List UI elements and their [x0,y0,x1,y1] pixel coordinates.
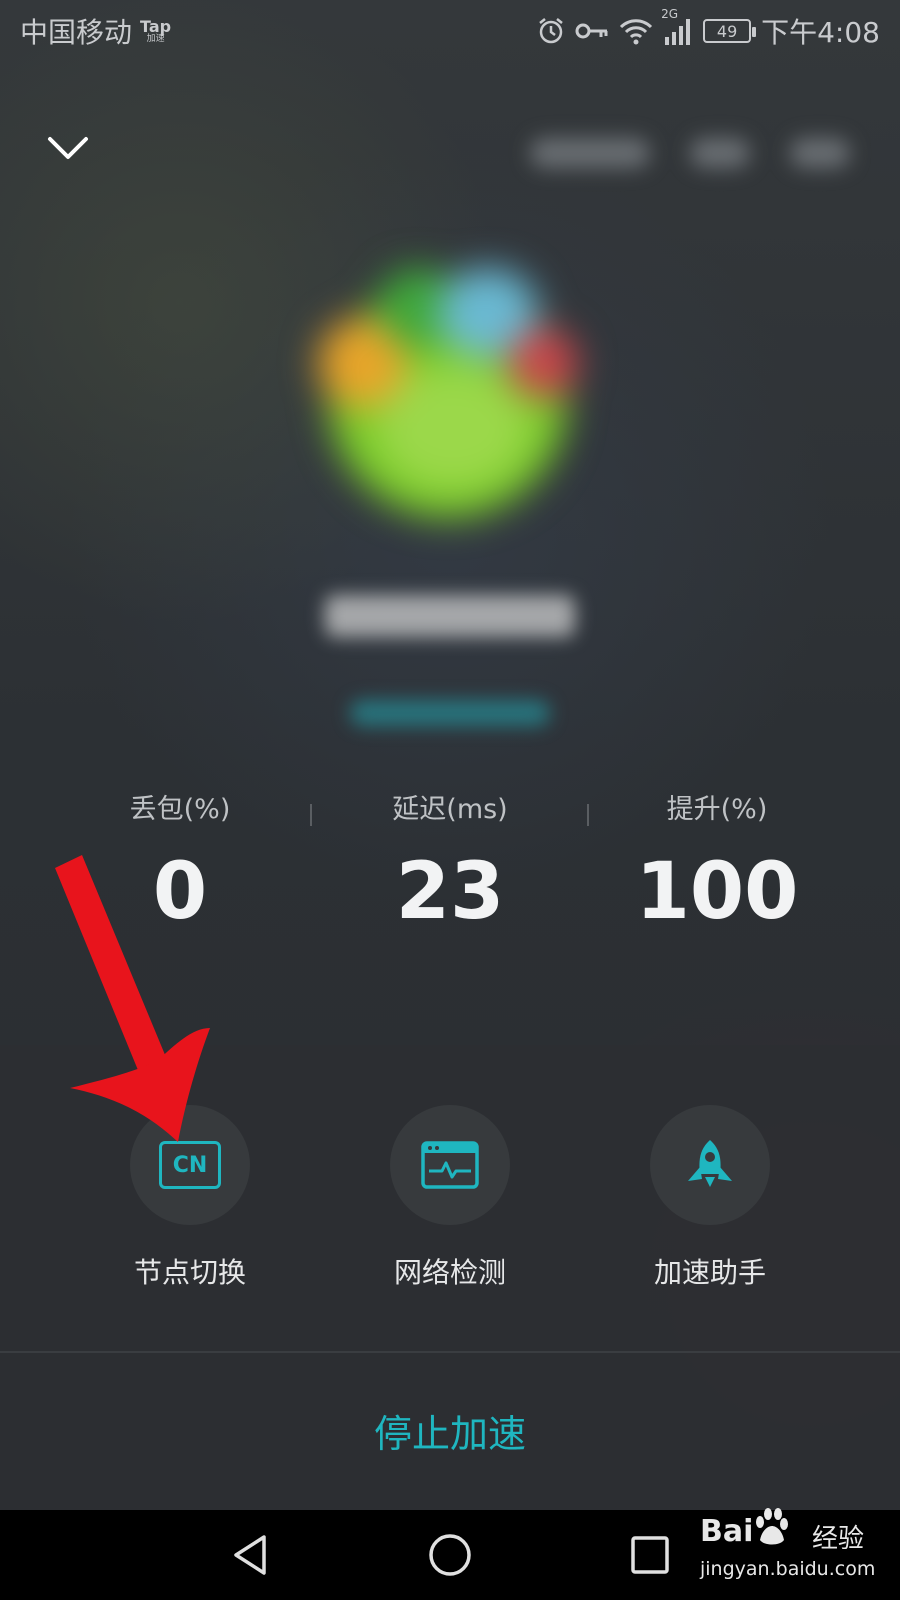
action-label: 网络检测 [393,1256,506,1289]
stat-divider [587,804,589,826]
watermark-url: jingyan.baidu.com [700,1558,876,1580]
tap-badge-top: Tap [140,16,172,36]
network-check-icon [421,1141,479,1189]
action-icon-circle [650,1105,770,1225]
stat-value: 100 [635,847,799,937]
tap-accelerator-badge: Tap 加速 [140,16,172,44]
network-check-button[interactable]: 网络检测 [330,1105,570,1291]
node-switch-icon: CN [159,1141,221,1189]
home-icon [429,1534,471,1576]
blurred-game-name [325,595,575,637]
baidu-watermark: Bai 经验 jingyan.baidu.com [700,1508,875,1588]
node-switch-icon-text: CN [172,1152,208,1178]
divider [0,1351,900,1353]
stat-boost: 提升(%) 100 [597,790,837,932]
blurred-header-actions [530,118,860,188]
vpn-key-icon [575,21,609,41]
stat-packet-loss: 丢包(%) 0 [60,790,300,932]
rocket-icon [688,1140,732,1187]
stat-label: 提升(%) [666,794,768,825]
alarm-icon [537,17,565,45]
game-icon [318,258,578,518]
network-type-label: 2G [661,7,679,21]
recents-button[interactable] [620,1530,680,1580]
paw-icon [756,1508,788,1545]
collapse-button[interactable] [44,128,92,168]
wifi-icon [619,17,653,45]
status-right: 2G 49 下午4:08 [537,7,880,51]
signal-icon: 2G [661,7,693,45]
stat-label: 延迟(ms) [392,794,508,825]
stop-acceleration-button[interactable]: 停止加速 [300,1385,600,1475]
battery-icon: 49 [703,19,757,43]
watermark-suffix: 经验 [812,1524,865,1554]
blurred-game-subtitle [350,700,550,726]
action-icon-circle: CN [130,1105,250,1225]
boost-assistant-button[interactable]: 加速助手 [590,1105,830,1291]
back-icon [234,1535,266,1575]
status-left: 中国移动 Tap 加速 [20,11,171,51]
tap-badge-bottom: 加速 [146,33,165,44]
recents-icon [631,1536,669,1574]
action-icon-circle [390,1105,510,1225]
clock: 下午4:08 [761,16,880,49]
stat-value: 23 [395,847,505,937]
action-panel: CN 节点切换 网络检测 加速助手 停止加速 [0,1045,900,1510]
chevron-down-icon [48,137,88,159]
carrier-name: 中国移动 [20,16,133,49]
stat-divider [310,804,312,826]
node-switch-button[interactable]: CN 节点切换 [70,1105,310,1291]
status-bar: 中国移动 Tap 加速 2G 49 下午4:08 [0,0,900,62]
back-button[interactable] [220,1530,280,1580]
stats-row: 丢包(%) 0 延迟(ms) 23 提升(%) 100 [50,790,850,960]
watermark-main: Bai [700,1514,754,1549]
action-label: 加速助手 [653,1256,766,1289]
stat-latency: 延迟(ms) 23 [330,790,570,932]
battery-level: 49 [716,21,738,41]
action-label: 节点切换 [133,1256,246,1289]
home-button[interactable] [420,1530,480,1580]
stat-label: 丢包(%) [129,794,231,825]
stat-value: 0 [152,847,208,937]
